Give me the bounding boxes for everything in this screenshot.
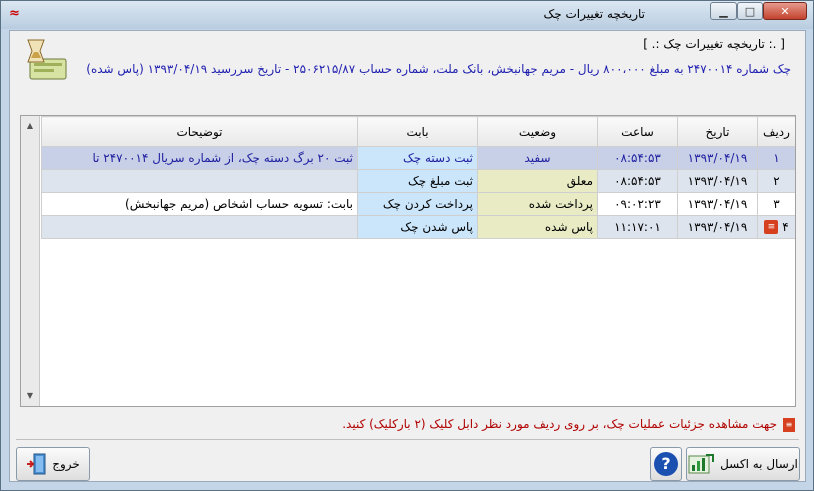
row-idx: ۱ — [757, 146, 795, 170]
table-row[interactable]: ۲ ۱۳۹۳/۰۴/۱۹ ۰۸:۵۴:۵۳ معلق ثبت مبلغ چک — [41, 169, 795, 193]
minimize-button[interactable]: ▁ — [710, 2, 737, 20]
scroll-down-icon[interactable]: ▼ — [24, 390, 36, 402]
app-logo-icon: ≈ — [9, 6, 20, 21]
scroll-up-icon[interactable]: ▲ — [24, 120, 36, 132]
history-grid[interactable]: ▲ ▼ ردیف تاریخ ساعت وضعیت بابت توضیحات ۱… — [20, 115, 796, 407]
exit-label: خروج — [52, 457, 80, 471]
divider — [16, 439, 799, 440]
row-babat: ثبت دسته چک — [357, 146, 478, 170]
help-icon: ? — [654, 452, 678, 476]
row-desc — [41, 215, 358, 239]
export-excel-label: ارسال به اکسل — [720, 457, 798, 471]
exit-button[interactable]: خروج — [16, 447, 90, 481]
row-status: سفید — [477, 146, 598, 170]
row-status: پرداخت شده — [477, 192, 598, 216]
row-babat: ثبت مبلغ چک — [357, 169, 478, 193]
row-time: ۱۱:۱۷:۰۱ — [597, 215, 678, 239]
title-bar[interactable]: ≈ تاریخچه تغییرات چک ▁ □ ✕ — [1, 1, 813, 29]
table-header-row: ردیف تاریخ ساعت وضعیت بابت توضیحات — [41, 116, 795, 147]
row-desc: بابت: تسویه حساب اشخاص (مریم جهانبخش) — [41, 192, 358, 216]
row-status: معلق — [477, 169, 598, 193]
excel-chart-icon — [688, 454, 715, 474]
hint-text-wrap: ≡ جهت مشاهده جزئیات عملیات چک، بر روی ردی… — [342, 417, 795, 432]
check-history-window: ≈ تاریخچه تغییرات چک ▁ □ ✕ [ .: تاریخچه … — [0, 0, 814, 491]
group-title: [ .: تاریخچه تغییرات چک :. ] — [643, 37, 785, 51]
row-time: ۰۹:۰۲:۲۳ — [597, 192, 678, 216]
hourglass-check-icon — [27, 39, 67, 80]
exit-door-icon — [27, 453, 46, 475]
hint-text: جهت مشاهده جزئیات عملیات چک، بر روی ردیف… — [342, 417, 777, 431]
help-button[interactable]: ? — [650, 447, 682, 481]
table-row[interactable]: ۴ ≡ ۱۳۹۳/۰۴/۱۹ ۱۱:۱۷:۰۱ پاس شده پاس شدن … — [41, 215, 795, 239]
row-date: ۱۳۹۳/۰۴/۱۹ — [677, 169, 758, 193]
row-idx: ۴ — [782, 219, 789, 234]
row-desc — [41, 169, 358, 193]
table-row[interactable]: ۱ ۱۳۹۳/۰۴/۱۹ ۰۸:۵۴:۵۳ سفید ثبت دسته چک ث… — [41, 146, 795, 170]
close-button[interactable]: ✕ — [763, 2, 807, 20]
maximize-button[interactable]: □ — [737, 2, 763, 20]
row-idx: ۲ — [757, 169, 795, 193]
row-status: پاس شده — [477, 215, 598, 239]
col-header-idx[interactable]: ردیف — [757, 116, 795, 147]
export-excel-button[interactable]: ارسال به اکسل — [686, 447, 800, 481]
history-panel: [ .: تاریخچه تغییرات چک :. ] چک شماره ۲۴… — [9, 30, 806, 482]
col-header-time[interactable]: ساعت — [597, 116, 678, 147]
col-header-status[interactable]: وضعیت — [477, 116, 598, 147]
vertical-scrollbar[interactable]: ▲ ▼ — [21, 116, 40, 406]
table-row[interactable]: ۳ ۱۳۹۳/۰۴/۱۹ ۰۹:۰۲:۲۳ پرداخت شده پرداخت … — [41, 192, 795, 216]
row-time: ۰۸:۵۴:۵۳ — [597, 146, 678, 170]
info-doc-icon: ≡ — [783, 417, 795, 432]
col-header-desc[interactable]: توضیحات — [41, 116, 358, 147]
col-header-date[interactable]: تاریخ — [677, 116, 758, 147]
window-title: تاریخچه تغییرات چک — [543, 7, 645, 21]
row-babat: پرداخت کردن چک — [357, 192, 478, 216]
row-desc: ثبت ۲۰ برگ دسته چک، از شماره سریال ۲۴۷۰۰… — [41, 146, 358, 170]
row-idx: ۳ — [757, 192, 795, 216]
col-header-babat[interactable]: بابت — [357, 116, 478, 147]
row-babat: پاس شدن چک — [357, 215, 478, 239]
row-time: ۰۸:۵۴:۵۳ — [597, 169, 678, 193]
row-date: ۱۳۹۳/۰۴/۱۹ — [677, 215, 758, 239]
details-doc-icon: ≡ — [764, 220, 779, 235]
check-info-text: چک شماره ۲۴۷۰۰۱۴ به مبلغ ۸۰۰،۰۰۰ ریال - … — [86, 62, 791, 76]
history-table: ردیف تاریخ ساعت وضعیت بابت توضیحات ۱ ۱۳۹… — [41, 116, 795, 239]
row-date: ۱۳۹۳/۰۴/۱۹ — [677, 146, 758, 170]
row-idx-cell: ۴ ≡ — [757, 215, 795, 239]
row-date: ۱۳۹۳/۰۴/۱۹ — [677, 192, 758, 216]
